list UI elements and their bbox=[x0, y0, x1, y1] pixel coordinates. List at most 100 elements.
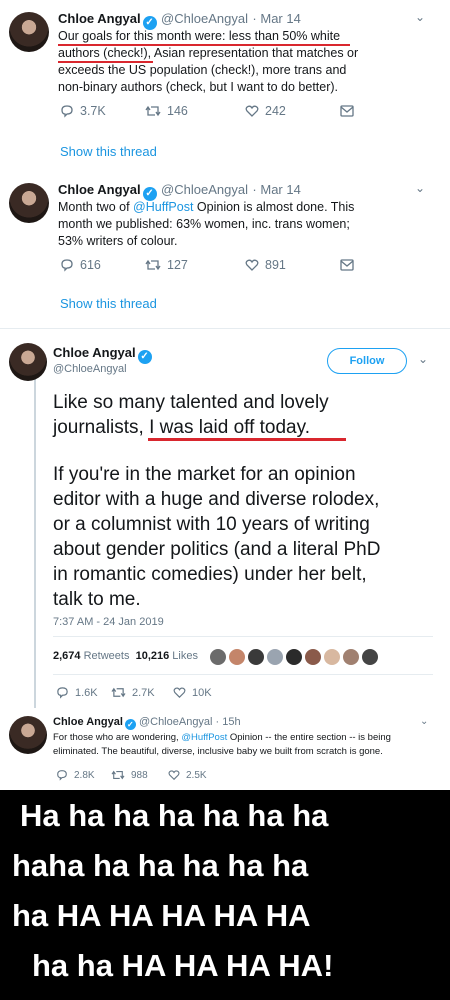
like-button[interactable]: 2.5K bbox=[168, 769, 207, 781]
likes-stat[interactable]: 10,216 Likes bbox=[136, 650, 198, 662]
liker-avatar[interactable] bbox=[324, 648, 340, 665]
message-button[interactable] bbox=[340, 104, 360, 118]
divider bbox=[53, 636, 433, 637]
tweet-text-line: editor with a huge and diverse rolodex, bbox=[53, 489, 380, 510]
avatar[interactable] bbox=[9, 716, 47, 754]
author-handle[interactable]: @ChloeAngyal bbox=[161, 11, 248, 26]
tweet-text-line: or a columnist with 10 years of writing bbox=[53, 514, 370, 535]
avatar[interactable] bbox=[9, 183, 49, 223]
tweet-actions: 3.7K 146 242 bbox=[60, 104, 360, 118]
liker-avatar[interactable] bbox=[267, 648, 283, 665]
heart-icon bbox=[245, 105, 259, 117]
avatar[interactable] bbox=[9, 343, 47, 381]
retweet-icon bbox=[145, 259, 161, 271]
author-handle[interactable]: @ChloeAngyal · 15h bbox=[139, 716, 241, 728]
show-thread-link[interactable]: Show this thread bbox=[60, 144, 157, 159]
mention-link[interactable]: @HuffPost bbox=[133, 200, 193, 214]
chevron-down-icon[interactable]: ⌄ bbox=[418, 352, 428, 366]
meme-caption-panel: Ha ha ha ha ha ha ha haha ha ha ha ha ha… bbox=[0, 790, 450, 1000]
retweet-count: 988 bbox=[131, 769, 148, 781]
chevron-down-icon[interactable]: ⌄ bbox=[420, 716, 428, 727]
divider bbox=[0, 328, 450, 329]
retweet-button[interactable]: 127 bbox=[145, 258, 245, 272]
retweet-button[interactable]: 2.7K bbox=[111, 686, 173, 699]
liker-avatar[interactable] bbox=[210, 648, 226, 665]
tweet-text-line: talk to me. bbox=[53, 589, 141, 610]
mention-link[interactable]: @HuffPost bbox=[181, 732, 227, 743]
tweet-actions: 616 127 891 bbox=[60, 258, 360, 272]
retweets-stat[interactable]: 2,674 Retweets bbox=[53, 650, 129, 662]
liker-avatar[interactable] bbox=[229, 648, 245, 665]
like-button[interactable]: 242 bbox=[245, 104, 340, 118]
author-name[interactable]: Chloe Angyal bbox=[53, 716, 123, 728]
tweet-text-line: exceeds the US population (check!), more… bbox=[58, 63, 347, 77]
envelope-icon bbox=[340, 259, 354, 271]
meme-text-line: haha ha ha ha ha ha bbox=[12, 848, 309, 883]
show-thread-link[interactable]: Show this thread bbox=[60, 296, 157, 311]
highlight-underline bbox=[58, 61, 153, 63]
reply-count: 616 bbox=[80, 258, 101, 272]
tweet-text-line: in romantic comedies) under her belt, bbox=[53, 564, 367, 585]
reply-count: 1.6K bbox=[75, 686, 98, 699]
highlight-underline bbox=[148, 438, 346, 441]
retweet-icon bbox=[111, 687, 126, 698]
chevron-down-icon[interactable]: ⌄ bbox=[415, 181, 425, 195]
retweet-button[interactable]: 146 bbox=[145, 104, 245, 118]
thread-connector bbox=[34, 378, 36, 708]
tweet-text-line: journalists, I was laid off today. bbox=[53, 417, 310, 438]
tweet-text-line: authors (check!), Asian representation t… bbox=[58, 46, 359, 60]
reply-button[interactable]: 616 bbox=[60, 258, 145, 272]
reply-button[interactable]: 2.8K bbox=[56, 769, 111, 781]
like-count: 891 bbox=[265, 258, 286, 272]
message-button[interactable] bbox=[340, 258, 360, 272]
reply-button[interactable]: 3.7K bbox=[60, 104, 145, 118]
tweet-text-line: non-binary authors (check, but I want to… bbox=[58, 80, 339, 94]
reply-icon bbox=[61, 259, 73, 272]
liker-avatar[interactable] bbox=[343, 648, 359, 665]
tweet-text-line: Month two of @HuffPost Opinion is almost… bbox=[58, 200, 355, 214]
like-button[interactable]: 891 bbox=[245, 258, 340, 272]
liker-avatar[interactable] bbox=[248, 648, 264, 665]
meme-text-line: Ha ha ha ha ha ha ha bbox=[20, 798, 329, 833]
meme-text-line: ha ha HA HA HA HA! bbox=[32, 948, 334, 983]
author-name[interactable]: Chloe Angyal ✓ bbox=[53, 345, 152, 364]
author-name[interactable]: Chloe Angyal bbox=[58, 11, 141, 26]
tweet-text: For those who are wondering, @HuffPost O… bbox=[53, 731, 443, 759]
liker-avatar[interactable] bbox=[362, 648, 378, 665]
chevron-down-icon[interactable]: ⌄ bbox=[415, 10, 425, 24]
tweet-header: Chloe Angyal ✓ @ChloeAngyal · Mar 14 bbox=[58, 181, 301, 201]
retweet-button[interactable]: 988 bbox=[111, 769, 168, 781]
liker-avatar[interactable] bbox=[286, 648, 302, 665]
author-handle[interactable]: @ChloeAngyal bbox=[161, 182, 248, 197]
tweet-header: Chloe Angyal ✓ @ChloeAngyal · Mar 14 bbox=[58, 10, 301, 30]
reply-count: 2.8K bbox=[74, 769, 95, 781]
tweet-timestamp[interactable]: 7:37 AM - 24 Jan 2019 bbox=[53, 616, 164, 628]
heart-icon bbox=[173, 687, 186, 698]
author-name[interactable]: Chloe Angyal bbox=[58, 182, 141, 197]
reply-button[interactable]: 1.6K bbox=[56, 686, 111, 699]
tweet-text-line: Our goals for this month were: less than… bbox=[58, 29, 341, 43]
tweet-text-line: 53% writers of colour. bbox=[58, 234, 178, 248]
tweet-text-line: month we published: 63% women, inc. tran… bbox=[58, 217, 350, 231]
envelope-icon bbox=[340, 105, 354, 117]
divider bbox=[53, 674, 433, 675]
like-button[interactable]: 10K bbox=[173, 686, 212, 699]
author-handle[interactable]: @ChloeAngyal bbox=[53, 363, 127, 375]
tweet-date[interactable]: · Mar 14 bbox=[252, 182, 300, 197]
avatar[interactable] bbox=[9, 12, 49, 52]
tweet-date[interactable]: · Mar 14 bbox=[252, 11, 300, 26]
reply-icon bbox=[57, 687, 68, 699]
heart-icon bbox=[168, 770, 180, 781]
tweet-text-line: For those who are wondering, @HuffPost O… bbox=[53, 732, 391, 743]
tweet-text-line: If you're in the market for an opinion bbox=[53, 464, 356, 485]
follow-button[interactable]: Follow bbox=[327, 348, 407, 374]
engagement-stats: 2,674 Retweets 10,216 Likes bbox=[53, 650, 198, 662]
reply-count: 3.7K bbox=[80, 104, 106, 118]
liker-avatar[interactable] bbox=[305, 648, 321, 665]
retweet-count: 127 bbox=[167, 258, 188, 272]
tweet-actions: 2.8K 988 2.5K bbox=[56, 769, 207, 781]
highlight-underline bbox=[58, 44, 350, 46]
retweet-icon bbox=[145, 105, 161, 117]
tweet-header: Chloe Angyal ✓ @ChloeAngyal · 15h bbox=[53, 716, 241, 730]
